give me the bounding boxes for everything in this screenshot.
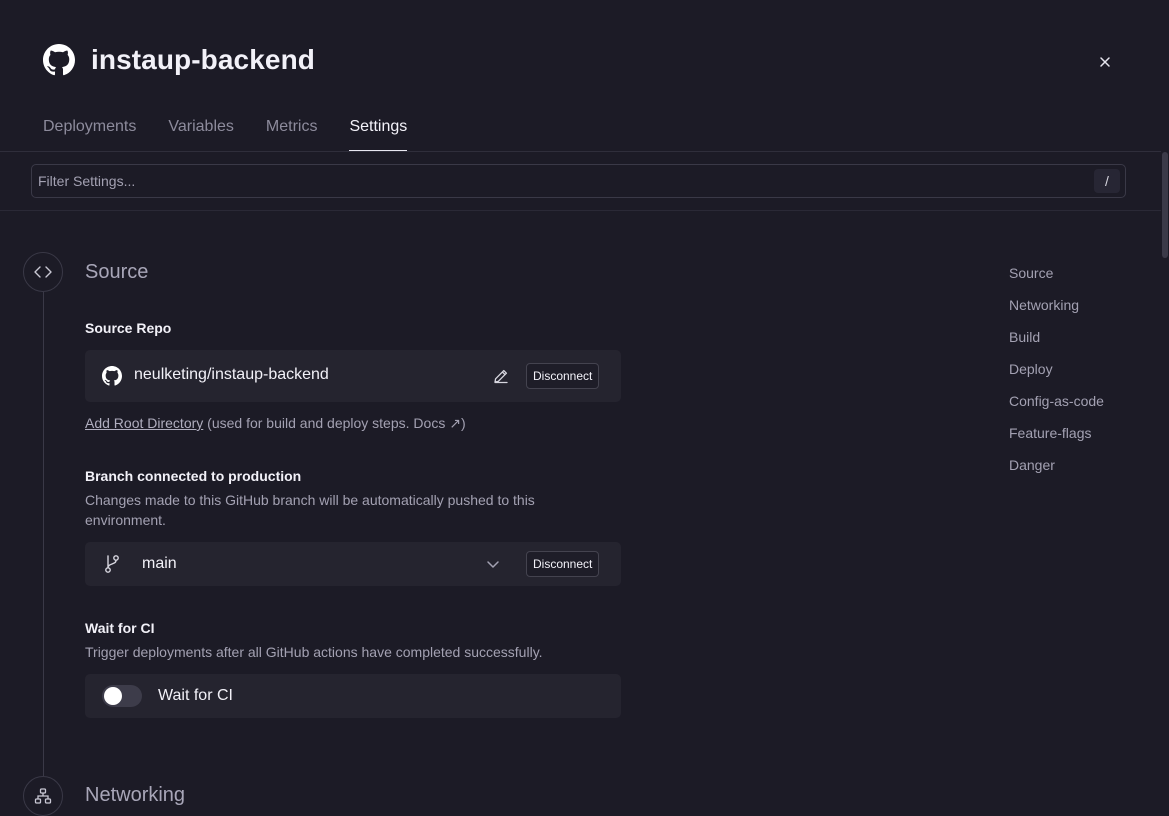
branch-select-value[interactable]: main <box>142 555 177 573</box>
git-branch-icon <box>105 555 119 573</box>
nav-item-source[interactable]: Source <box>1009 265 1104 297</box>
close-button[interactable] <box>1093 50 1117 74</box>
wait-for-ci-card: Wait for CI <box>85 674 621 718</box>
tab-deployments[interactable]: Deployments <box>43 117 136 152</box>
nav-item-danger[interactable]: Danger <box>1009 457 1104 489</box>
disconnect-repo-button[interactable]: Disconnect <box>526 363 600 389</box>
header-divider <box>0 151 1161 152</box>
disconnect-branch-button[interactable]: Disconnect <box>526 551 600 577</box>
chevron-down-icon[interactable] <box>486 559 500 569</box>
nav-item-config-as-code[interactable]: Config-as-code <box>1009 393 1104 425</box>
tab-settings[interactable]: Settings <box>349 117 407 152</box>
nav-item-networking[interactable]: Networking <box>1009 297 1104 329</box>
close-icon <box>1100 57 1110 67</box>
github-icon <box>102 366 122 386</box>
filter-settings-input[interactable] <box>38 165 1088 197</box>
nav-item-feature-flags[interactable]: Feature-flags <box>1009 425 1104 457</box>
docs-link[interactable]: Docs ↗) <box>413 415 465 431</box>
source-repo-label: Source Repo <box>85 320 172 336</box>
nav-item-build[interactable]: Build <box>1009 329 1104 361</box>
branch-card: main Disconnect <box>85 542 621 586</box>
source-section-icon-wrap <box>23 252 63 292</box>
service-header: instaup-backend Deployments Variables Me… <box>0 0 1169 152</box>
tab-bar: Deployments Variables Metrics Settings <box>43 117 407 152</box>
scrollbar-thumb[interactable] <box>1162 152 1168 258</box>
network-icon <box>34 788 52 804</box>
wait-for-ci-description: Trigger deployments after all GitHub act… <box>85 644 543 660</box>
nav-item-deploy[interactable]: Deploy <box>1009 361 1104 393</box>
github-icon <box>43 44 75 76</box>
add-root-directory-link[interactable]: Add Root Directory <box>85 415 203 431</box>
edit-icon[interactable] <box>492 367 510 385</box>
title-row: instaup-backend <box>43 44 315 76</box>
filter-settings-box: / <box>31 164 1126 198</box>
root-directory-row: Add Root Directory (used for build and d… <box>85 415 466 432</box>
branch-description: Changes made to this GitHub branch will … <box>85 492 535 528</box>
branch-label: Branch connected to production <box>85 468 302 484</box>
repo-name: neulketing/instaup-backend <box>134 366 329 383</box>
page-title: instaup-backend <box>91 44 315 75</box>
networking-section-heading: Networking <box>85 784 186 806</box>
shortcut-key-badge: / <box>1094 169 1120 193</box>
tab-metrics[interactable]: Metrics <box>266 117 318 152</box>
wait-for-ci-label: Wait for CI <box>85 620 155 636</box>
toggle-knob <box>104 687 122 705</box>
timeline-line <box>43 292 44 776</box>
networking-section-icon-wrap <box>23 776 63 816</box>
wait-for-ci-toggle[interactable] <box>102 685 142 707</box>
wait-for-ci-toggle-label: Wait for CI <box>158 687 233 704</box>
source-section-heading: Source <box>85 261 149 283</box>
code-icon <box>34 266 52 278</box>
filter-divider <box>0 210 1161 211</box>
root-directory-note: (used for build and deploy steps. <box>207 415 410 431</box>
settings-section-nav: Source Networking Build Deploy Config-as… <box>1009 265 1104 489</box>
source-repo-card: neulketing/instaup-backend Disconnect <box>85 350 621 402</box>
tab-variables[interactable]: Variables <box>168 117 234 152</box>
